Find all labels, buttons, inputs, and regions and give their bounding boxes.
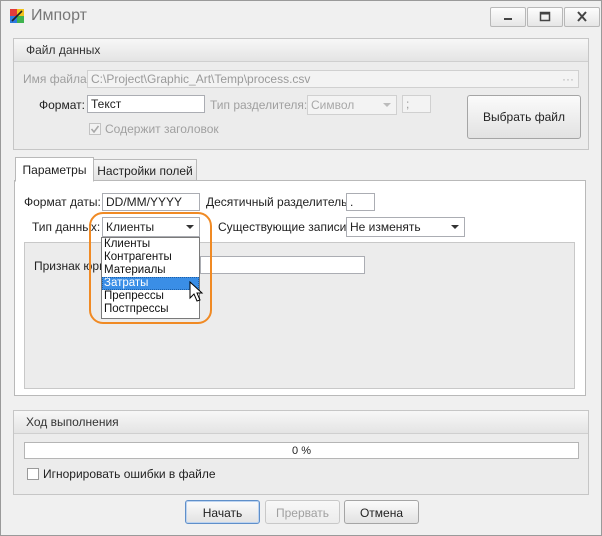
separator-type-value: Символ [311,98,355,112]
date-format-field[interactable]: DD/MM/YYYY [102,193,200,211]
title-bar[interactable]: Импорт [1,1,601,31]
choose-file-button[interactable]: Выбрать файл [467,95,581,139]
separator-type-combo[interactable]: Символ [307,95,397,115]
checkmark-icon [90,125,100,134]
dropdown-option-prepress[interactable]: Препрессы [102,290,199,303]
progress-group-header: Ход выполнения [14,411,588,434]
ignore-errors-checkbox[interactable] [27,468,39,480]
chevron-down-icon [186,225,194,229]
dropdown-option-costs[interactable]: Затраты [102,277,199,290]
tab-parameters[interactable]: Параметры [15,157,94,182]
existing-records-label: Существующие записи: [218,220,350,234]
file-name-value: C:\Project\Graphic_Art\Temp\process.csv [91,72,311,86]
start-button[interactable]: Начать [185,500,260,524]
cancel-button[interactable]: Отмена [344,500,419,524]
abort-button[interactable]: Прервать [265,500,340,524]
format-value: Текст [91,97,122,111]
has-header-label: Содержит заголовок [105,122,219,136]
dropdown-option-clients[interactable]: Клиенты [102,238,199,251]
data-file-group-title: Файл данных [26,43,101,57]
close-icon [577,11,587,22]
progress-bar: 0 % [24,442,579,459]
decimal-separator-field[interactable]: . [346,193,375,211]
minimize-button[interactable] [490,7,526,27]
decimal-separator-label: Десятичный разделитель: [206,195,351,209]
data-file-group-header: Файл данных [14,39,588,62]
dropdown-option-postpress[interactable]: Постпрессы [102,303,199,316]
maximize-button[interactable] [527,7,563,27]
data-type-value: Клиенты [106,220,155,234]
legal-sign-label: Признак юри [34,259,106,273]
close-button[interactable] [564,7,600,27]
maximize-icon [539,11,551,22]
format-field[interactable]: Текст [87,95,205,113]
chevron-down-icon [383,103,391,107]
data-type-dropdown-list: Клиенты Контрагенты Материалы Затраты Пр… [101,237,200,319]
ignore-errors-label: Игнорировать ошибки в файле [43,467,216,481]
dropdown-option-materials[interactable]: Материалы [102,264,199,277]
progress-percent-text: 0 % [292,445,311,457]
date-format-value: DD/MM/YYYY [106,195,183,209]
progress-group-title: Ход выполнения [26,415,119,429]
mouse-cursor-icon [189,281,204,302]
data-type-label: Тип данных: [32,220,101,234]
file-name-label: Имя файла: [23,72,90,86]
import-dialog: Импорт Файл данных Имя файла: C:\Project… [0,0,602,536]
minimize-icon [504,18,512,20]
browse-ellipsis-button[interactable]: ··· [562,72,574,86]
separator-char-field[interactable]: ; [402,95,431,113]
format-label: Формат: [39,98,85,112]
separator-type-label: Тип разделителя: [210,98,308,112]
chevron-down-icon [451,225,459,229]
window-title: Импорт [31,7,87,24]
separator-char-value: ; [406,97,410,111]
has-header-checkbox[interactable] [89,123,101,135]
tab-field-settings[interactable]: Настройки полей [93,159,197,181]
file-name-field: C:\Project\Graphic_Art\Temp\process.csv … [87,70,579,88]
legal-sign-field[interactable] [200,256,365,274]
dropdown-option-contractors[interactable]: Контрагенты [102,251,199,264]
date-format-label: Формат даты: [24,195,101,209]
decimal-separator-value: . [350,195,354,209]
existing-records-combo[interactable]: Не изменять [346,217,465,237]
data-type-combo[interactable]: Клиенты [102,217,200,237]
app-logo-icon [10,9,24,23]
existing-records-value: Не изменять [350,220,421,234]
